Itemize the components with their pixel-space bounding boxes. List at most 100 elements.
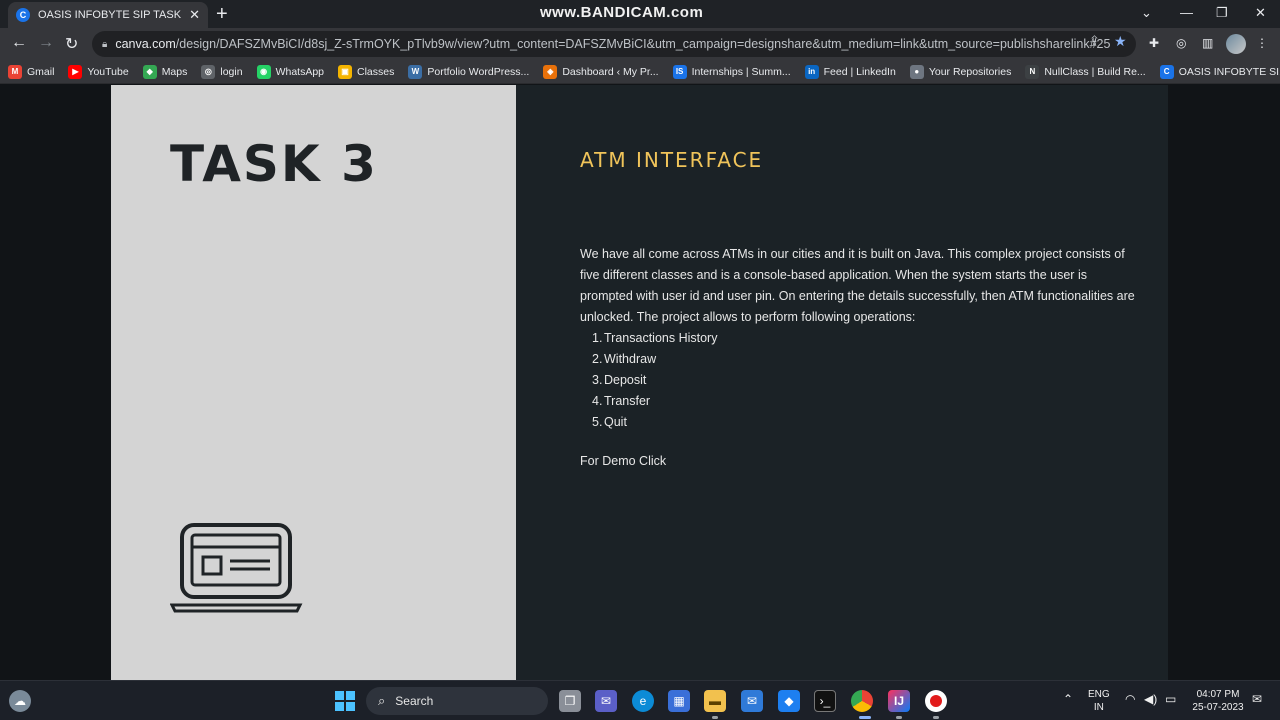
mail-icon[interactable]: ✉: [741, 690, 763, 712]
operation-label: Deposit: [604, 373, 647, 387]
new-tab-button[interactable]: +: [216, 3, 228, 25]
back-button[interactable]: ←: [11, 34, 27, 52]
bookmark-item[interactable]: ▣ Classes: [338, 64, 395, 79]
extensions-icon[interactable]: ✚: [1149, 36, 1163, 50]
bookmark-label: Maps: [161, 65, 188, 78]
bookmark-item[interactable]: IS Internships | Summ...: [672, 64, 791, 79]
bookmark-label: Your Repositories: [928, 65, 1012, 78]
operation-item: 2. Withdraw: [592, 349, 717, 370]
canva-slide: TASK 3 ATM INTERFACE We have all come ac…: [0, 85, 1280, 680]
profile-avatar[interactable]: [1226, 34, 1246, 54]
operation-label: Withdraw: [604, 352, 657, 366]
forward-button[interactable]: →: [38, 34, 54, 52]
bookmark-star-icon[interactable]: ★: [1114, 33, 1127, 50]
operation-item: 4. Transfer: [592, 391, 717, 412]
edge-icon[interactable]: e: [632, 690, 654, 712]
bookmark-item[interactable]: ◎ login: [201, 64, 243, 79]
start-button[interactable]: [334, 690, 356, 712]
bookmark-favicon-icon: N: [1025, 64, 1040, 79]
bookmark-item[interactable]: C OASIS INFOBYTE SI...: [1159, 64, 1280, 79]
chrome-icon[interactable]: [851, 690, 873, 712]
maximize-button[interactable]: ❐: [1216, 5, 1228, 21]
lock-icon: 🔒︎: [102, 38, 108, 50]
menu-icon[interactable]: ⋮: [1256, 36, 1270, 50]
language-indicator[interactable]: ENG IN: [1088, 688, 1110, 714]
tab-title: OASIS INFOBYTE SIP TASK LIST: [38, 9, 183, 21]
address-bar[interactable]: 🔒︎ canva.com/design/DAFSZMvBiCI/d8sj_Z-s…: [92, 31, 1136, 57]
extension-icon[interactable]: ◎: [1176, 36, 1190, 50]
taskbar-search[interactable]: ⌕ Search: [366, 687, 548, 715]
minimize-button[interactable]: —: [1180, 5, 1193, 20]
bookmark-favicon-icon: ◉: [256, 64, 271, 79]
bookmark-label: NullClass | Build Re...: [1044, 65, 1146, 78]
lang-line2: IN: [1093, 702, 1104, 713]
bookmark-favicon-icon: C: [1159, 64, 1174, 79]
operation-number: 4.: [592, 394, 603, 408]
bandicam-record-icon[interactable]: [925, 690, 947, 712]
store-icon[interactable]: ▦: [668, 690, 690, 712]
operation-item: 5. Quit: [592, 412, 717, 433]
bookmark-label: Gmail: [27, 65, 55, 78]
clock[interactable]: 04:07 PM 25-07-2023: [1188, 688, 1248, 714]
close-tab-icon[interactable]: ✕: [189, 7, 200, 23]
search-icon: ⌕: [378, 693, 386, 708]
clock-time: 04:07 PM: [1196, 689, 1240, 700]
bookmarks-bar: M Gmail ▶ YouTube ◆ Maps ◎ login ◉ WhatsApp ▣ Class…: [0, 60, 1280, 84]
battery-icon[interactable]: ▭: [1165, 693, 1176, 706]
task-view-icon[interactable]: ❐: [559, 690, 581, 712]
demo-link[interactable]: For Demo Click: [580, 454, 666, 468]
lang-line1: ENG: [1088, 689, 1110, 700]
operation-number: 5.: [592, 415, 603, 429]
bookmark-item[interactable]: ▶ YouTube: [68, 64, 129, 79]
left-panel: TASK 3: [111, 85, 516, 680]
tray-overflow-icon[interactable]: ⌃: [1063, 693, 1073, 706]
running-indicator: [933, 716, 939, 719]
operation-label: Transactions History: [604, 331, 718, 345]
file-explorer-icon[interactable]: ▬: [704, 690, 726, 712]
slide-description: We have all come across ATMs in our citi…: [580, 247, 1135, 324]
tab-strip: C OASIS INFOBYTE SIP TASK LIST ✕ + www.B…: [0, 0, 1280, 28]
weather-icon[interactable]: ☁: [9, 690, 31, 712]
bookmark-item[interactable]: W Portfolio WordPress...: [408, 64, 530, 79]
bookmark-item[interactable]: ◆ Maps: [142, 64, 188, 79]
terminal-icon[interactable]: ›_: [814, 690, 836, 712]
operation-item: 1. Transactions History: [592, 328, 717, 349]
tab-search-icon[interactable]: ⌄: [1141, 5, 1152, 21]
running-indicator: [712, 716, 718, 719]
taskbar: ☁ ⌕ Search ❐ ✉ e ▦ ▬ ✉ ◆ ›_ IJ ⌃ ENG IN …: [0, 680, 1280, 720]
operations-list: 1. Transactions History 2. Withdraw 3. Deposi…: [592, 328, 717, 433]
task-title: TASK 3: [170, 135, 378, 193]
bookmark-item[interactable]: N NullClass | Build Re...: [1025, 64, 1146, 79]
share-icon[interactable]: ⇪: [1089, 33, 1100, 49]
bookmark-favicon-icon: ▣: [338, 64, 353, 79]
teams-chat-icon[interactable]: ✉: [595, 690, 617, 712]
bookmark-label: OASIS INFOBYTE SI...: [1178, 65, 1280, 78]
operation-number: 3.: [592, 373, 603, 387]
close-window-button[interactable]: ✕: [1255, 5, 1266, 21]
bookmark-item[interactable]: in Feed | LinkedIn: [804, 64, 896, 79]
laptop-card-icon: [170, 523, 303, 613]
wifi-icon[interactable]: ◠: [1125, 693, 1135, 706]
dropbox-icon[interactable]: ◆: [778, 690, 800, 712]
operation-item: 3. Deposit: [592, 370, 717, 391]
bookmark-label: Classes: [357, 65, 395, 78]
volume-icon[interactable]: ◀): [1144, 693, 1157, 706]
bookmark-favicon-icon: in: [804, 64, 819, 79]
bookmark-item[interactable]: ● Your Repositories: [909, 64, 1012, 79]
bookmark-label: Portfolio WordPress...: [427, 65, 530, 78]
intellij-icon[interactable]: IJ: [888, 690, 910, 712]
bookmark-label: YouTube: [87, 65, 129, 78]
notification-icon[interactable]: ✉: [1252, 693, 1262, 706]
bookmark-favicon-icon: IS: [672, 64, 687, 79]
browser-tab[interactable]: C OASIS INFOBYTE SIP TASK LIST ✕: [8, 2, 208, 28]
bookmark-label: Dashboard ‹ My Pr...: [562, 65, 659, 78]
slide-heading: ATM INTERFACE: [580, 148, 764, 172]
bookmark-favicon-icon: ●: [909, 64, 924, 79]
reload-button[interactable]: ↻: [65, 34, 78, 54]
bookmark-favicon-icon: ▶: [68, 64, 83, 79]
bookmark-item[interactable]: ◉ WhatsApp: [256, 64, 324, 79]
bookmark-item[interactable]: M Gmail: [8, 64, 55, 79]
bookmark-item[interactable]: ◈ Dashboard ‹ My Pr...: [543, 64, 659, 79]
side-panel-icon[interactable]: ▥: [1202, 36, 1216, 50]
bookmark-label: Feed | LinkedIn: [823, 65, 896, 78]
